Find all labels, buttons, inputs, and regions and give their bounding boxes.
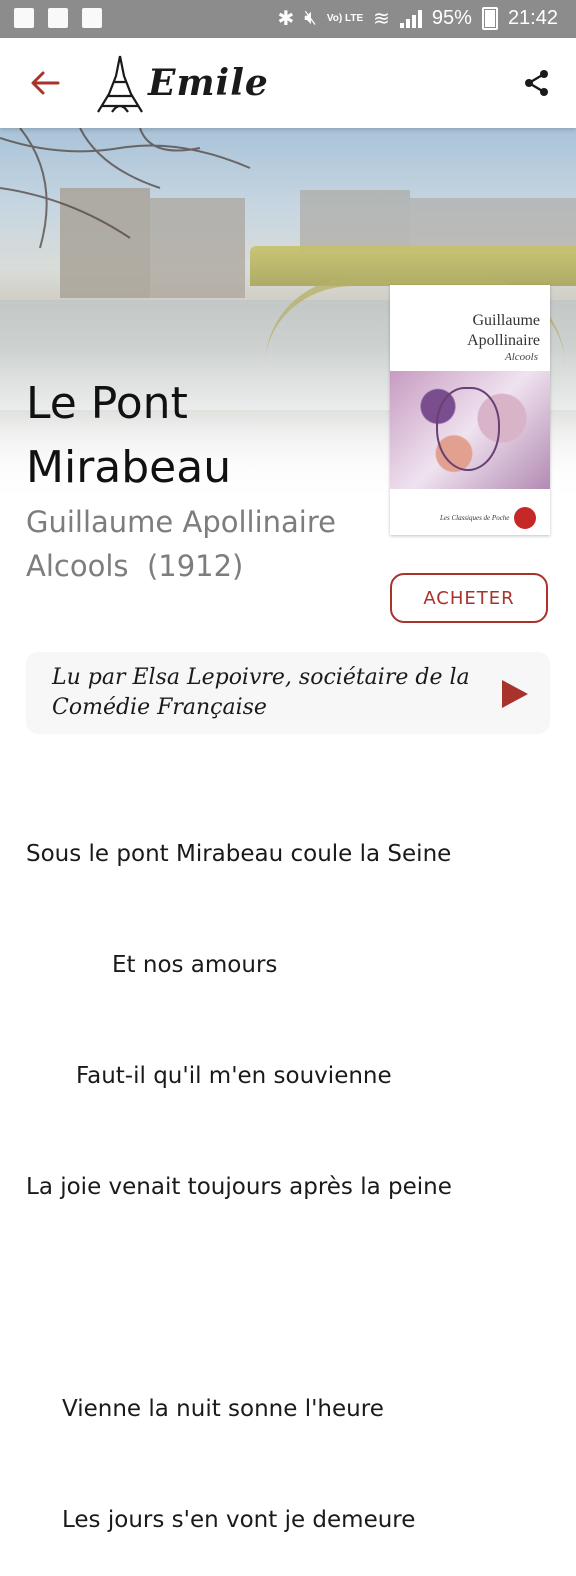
poem-collection: Alcools (1912) — [26, 544, 376, 588]
poem-line — [26, 1280, 556, 1317]
poem-line: Les jours s'en vont je demeure — [62, 1507, 416, 1533]
poem-text: Sous le pont Mirabeau coule la Seine Et … — [26, 762, 556, 1576]
cover-author: Guillaume Apollinaire — [400, 311, 540, 351]
wifi-icon: ≋ — [373, 8, 390, 30]
share-icon[interactable] — [522, 68, 552, 98]
audio-reading-card[interactable]: Lu par Elsa Lepoivre, sociétaire de la C… — [26, 652, 550, 734]
collection-name: Alcools — [26, 549, 129, 583]
publisher-badge-icon — [514, 507, 536, 529]
cover-author-line: Apollinaire — [467, 332, 540, 349]
cover-author-line: Guillaume — [472, 312, 540, 329]
clock: 21:42 — [507, 7, 558, 29]
logo-text: Emile — [148, 62, 269, 104]
audio-label: Lu par Elsa Lepoivre, sociétaire de la C… — [52, 665, 470, 720]
poem-line: Sous le pont Mirabeau coule la Seine — [26, 841, 452, 867]
poem-line: Et nos amours — [112, 952, 278, 978]
collection-year: (1912) — [146, 549, 244, 583]
image-notification-icon — [14, 8, 34, 28]
book-cover[interactable]: Guillaume Apollinaire Alcools Les Classi… — [390, 285, 550, 535]
battery-icon — [481, 7, 498, 30]
cover-work-title: Alcools — [505, 351, 538, 363]
poem-meta: Guillaume Apollinaire Alcools (1912) — [26, 500, 376, 588]
status-bar: ✱ 🔇︎ Vo) LTE ≋ 95% 21:42 — [0, 0, 576, 38]
poem-line: La joie venait toujours après la peine — [26, 1174, 452, 1200]
play-icon[interactable] — [500, 678, 530, 710]
usb-notification-icon — [48, 8, 68, 28]
app-logo: Emile — [92, 54, 272, 114]
tv-notification-icon — [82, 8, 102, 28]
buy-button[interactable]: ACHETER — [390, 573, 548, 623]
eiffel-tower-icon — [97, 55, 143, 113]
notification-icons — [14, 8, 102, 28]
mute-icon: 🔇︎ — [304, 7, 317, 29]
app-bar: Emile — [0, 38, 576, 128]
signal-icon — [399, 9, 422, 28]
tree-branches — [0, 128, 251, 249]
bluetooth-icon: ✱ — [277, 8, 295, 30]
poem-line: Faut-il qu'il m'en souvienne — [76, 1063, 392, 1089]
cover-series: Les Classiques de Poche — [440, 514, 510, 522]
arrow-left-icon[interactable] — [28, 66, 62, 100]
lte-indicator: Vo) LTE — [326, 12, 364, 24]
poem-author: Guillaume Apollinaire — [26, 505, 336, 539]
poem-title: Le Pont Mirabeau — [26, 378, 232, 493]
battery-percent: 95% — [431, 7, 472, 29]
poem-line: Vienne la nuit sonne l'heure — [62, 1396, 384, 1422]
cover-face-drawing — [436, 387, 500, 471]
